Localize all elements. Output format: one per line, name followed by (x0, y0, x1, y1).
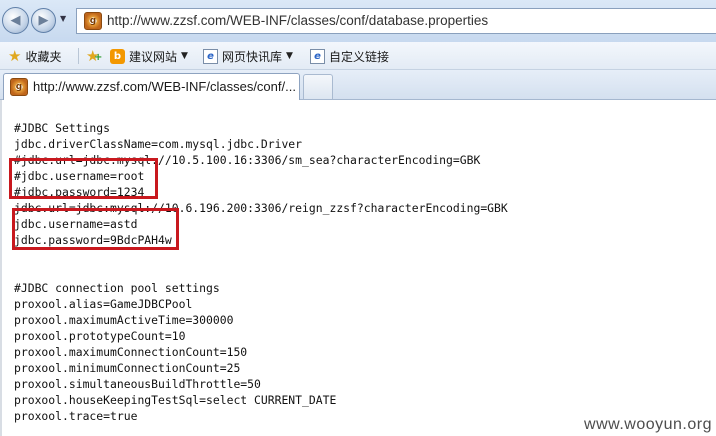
code-line: proxool.simultaneousBuildThrottle=50 (14, 377, 261, 391)
forward-button[interactable]: ▶ (31, 8, 56, 33)
code-line: jdbc.driverClassName=com.mysql.jdbc.Driv… (14, 137, 303, 151)
web-slice-gallery-label: 网页快讯库 (222, 49, 283, 64)
code-line: #jdbc.username=root (14, 169, 145, 183)
favorites-divider (78, 48, 79, 64)
code-line: proxool.maximumActiveTime=300000 (14, 313, 234, 327)
navigation-bar: ◀ ▶ ▼ g http://www.zzsf.com/WEB-INF/clas… (0, 0, 716, 42)
back-button[interactable]: ◀ (2, 7, 29, 34)
watermark: www.wooyun.org (584, 416, 712, 433)
code-line: proxool.trace=true (14, 409, 138, 423)
new-tab-button[interactable] (303, 74, 333, 99)
back-arrow-icon: ◀ (10, 13, 21, 28)
ie-page-icon: e (203, 48, 218, 64)
code-line: jdbc.password=9BdcPAH4w (14, 233, 172, 247)
favorites-label: 收藏夹 (25, 49, 62, 64)
tab-label: http://www.zzsf.com/WEB-INF/classes/conf… (33, 79, 296, 94)
suggested-sites-label: 建议网站 (129, 49, 178, 64)
code-line: proxool.minimumConnectionCount=25 (14, 361, 241, 375)
ie-page-icon: e (310, 48, 325, 64)
customize-links-button[interactable]: e 自定义链接 (310, 47, 389, 65)
forward-arrow-icon: ▶ (38, 13, 49, 28)
customize-links-label: 自定义链接 (329, 49, 390, 64)
favorites-star-icon: ★ (8, 46, 22, 65)
chevron-down-icon: ▼ (181, 51, 188, 61)
address-bar[interactable]: g http://www.zzsf.com/WEB-INF/classes/co… (76, 8, 716, 34)
code-line: #JDBC connection pool settings (14, 281, 220, 295)
code-line: #jdbc.url=jdbc:mysql://10.5.100.16:3306/… (14, 153, 481, 167)
chevron-down-icon: ▼ (286, 51, 293, 61)
page-content: #JDBC Settings jdbc.driverClassName=com.m… (0, 100, 716, 436)
code-line: proxool.alias=GameJDBCPool (14, 297, 193, 311)
favorites-bar: ★ 收藏夹 ★ b 建议网站 ▼ e 网页快讯库 ▼ e 自定义链接 (0, 42, 716, 70)
tab-bar: g http://www.zzsf.com/WEB-INF/classes/co… (0, 70, 716, 100)
code-line: jdbc.url=jdbc:mysql://10.6.196.200:3306/… (14, 201, 508, 215)
favorites-button[interactable]: ★ 收藏夹 (8, 47, 61, 65)
site-favicon-icon: g (84, 12, 102, 30)
code-line: proxool.maximumConnectionCount=150 (14, 345, 248, 359)
suggested-sites-button[interactable]: b 建议网站 ▼ (110, 47, 188, 65)
code-line: proxool.houseKeepingTestSql=select CURRE… (14, 393, 337, 407)
web-slice-gallery-button[interactable]: e 网页快讯库 ▼ (203, 47, 293, 65)
code-line: #JDBC Settings (14, 121, 111, 135)
add-favorite-star-icon: ★ (86, 48, 103, 64)
add-to-favorites-button[interactable]: ★ (86, 47, 103, 65)
history-dropdown-icon[interactable]: ▼ (60, 14, 66, 23)
site-favicon-icon: g (10, 78, 28, 96)
url-text[interactable]: http://www.zzsf.com/WEB-INF/classes/conf… (107, 13, 488, 28)
code-line: proxool.prototypeCount=10 (14, 329, 186, 343)
code-line: jdbc.username=astd (14, 217, 138, 231)
tab-database-properties[interactable]: g http://www.zzsf.com/WEB-INF/classes/co… (3, 73, 300, 100)
properties-file-text: #JDBC Settings jdbc.driverClassName=com.m… (14, 120, 508, 424)
b-icon: b (110, 48, 125, 64)
code-line: #jdbc.password=1234 (14, 185, 145, 199)
